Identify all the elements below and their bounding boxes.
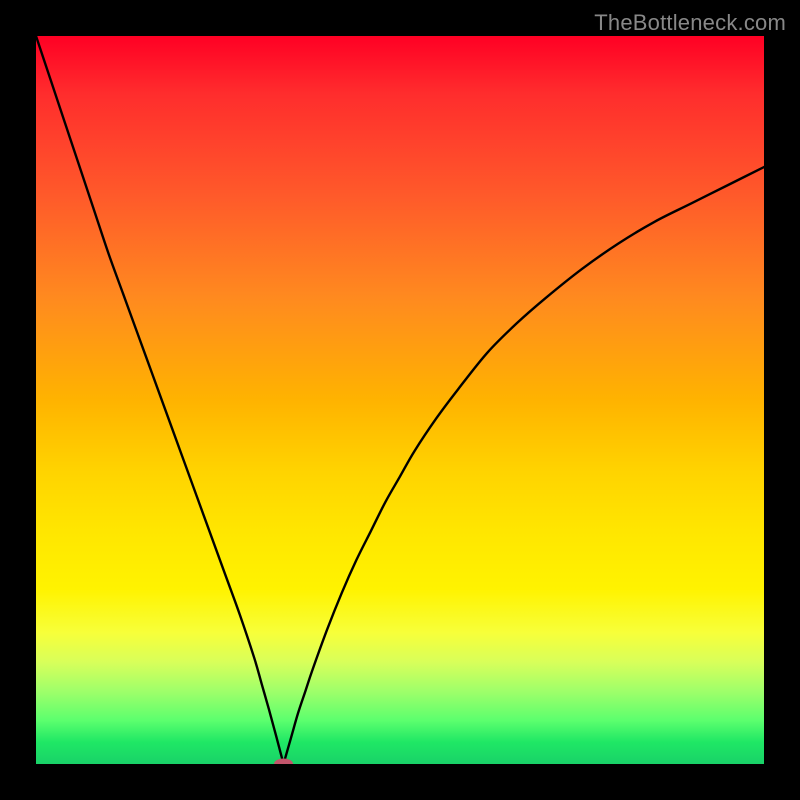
plot-area xyxy=(36,36,764,764)
curve-path xyxy=(36,36,764,764)
minimum-marker xyxy=(275,759,293,764)
bottleneck-curve xyxy=(36,36,764,764)
watermark-text: TheBottleneck.com xyxy=(594,10,786,36)
chart-frame: TheBottleneck.com xyxy=(0,0,800,800)
